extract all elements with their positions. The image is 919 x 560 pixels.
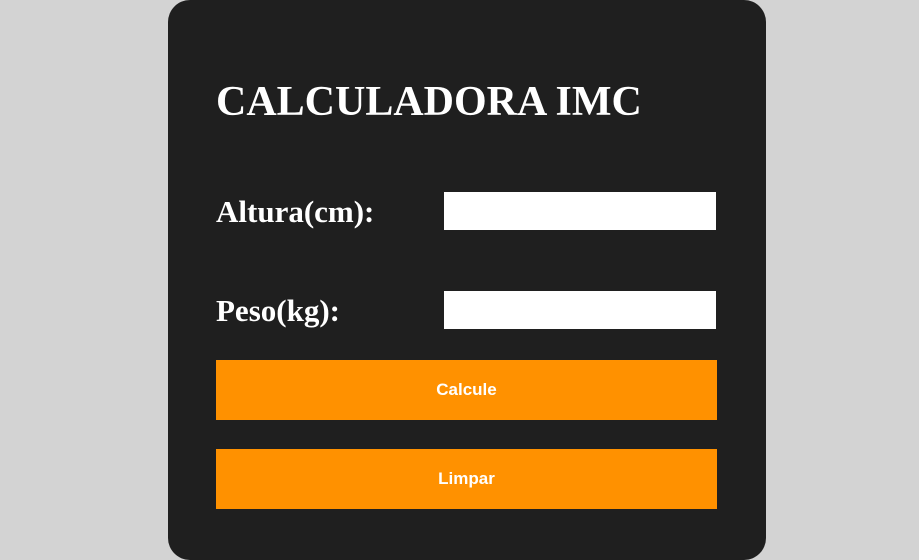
- weight-label: Peso(kg):: [216, 293, 340, 328]
- calculator-card: CALCULADORA IMC Altura(cm): Peso(kg): Ca…: [168, 0, 766, 560]
- weight-input[interactable]: [444, 291, 716, 329]
- calculate-button[interactable]: Calcule: [216, 360, 717, 420]
- height-input[interactable]: [444, 192, 716, 230]
- height-label: Altura(cm):: [216, 194, 375, 229]
- page-title: CALCULADORA IMC: [216, 79, 642, 125]
- clear-button[interactable]: Limpar: [216, 449, 717, 509]
